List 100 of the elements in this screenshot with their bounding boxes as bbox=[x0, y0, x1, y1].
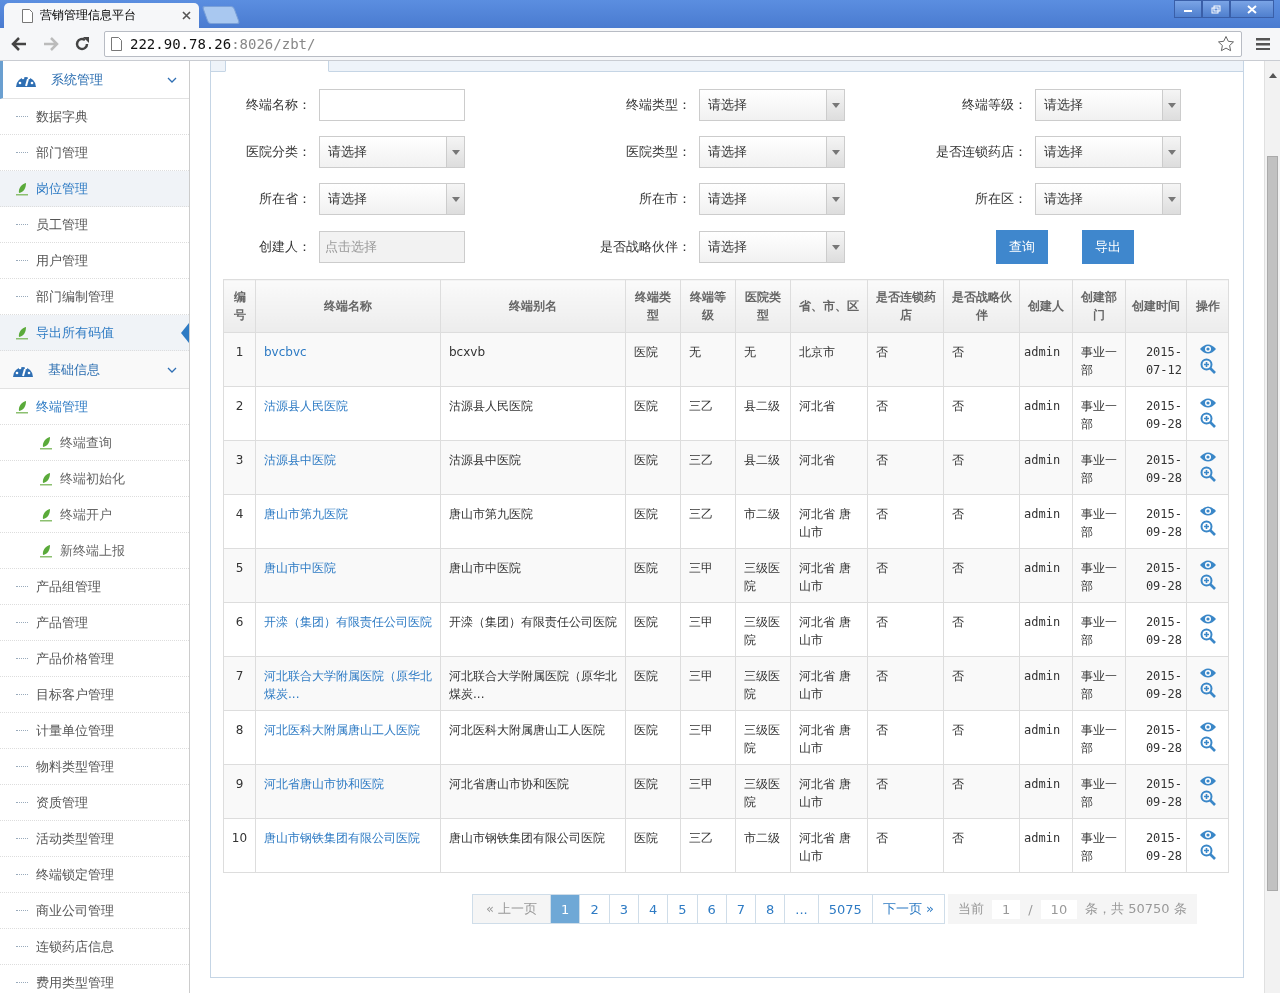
sidebar-item[interactable]: 费用类型管理 bbox=[0, 965, 189, 993]
view-icon[interactable] bbox=[1198, 343, 1217, 355]
view-icon[interactable] bbox=[1198, 397, 1217, 409]
select-field[interactable]: 请选择 bbox=[1035, 89, 1181, 121]
table-cell: 否 bbox=[876, 723, 888, 737]
view-icon[interactable] bbox=[1198, 667, 1217, 679]
action-button[interactable]: 查询 bbox=[996, 230, 1048, 264]
table-cell: admin bbox=[1024, 615, 1061, 629]
action-button[interactable]: 导出 bbox=[1082, 230, 1134, 264]
table-cell: 事业一部 bbox=[1081, 777, 1117, 809]
sidebar-group-header[interactable]: 基础信息 bbox=[0, 351, 189, 389]
page-link[interactable]: 8 bbox=[755, 894, 786, 924]
select-field[interactable]: 请选择 bbox=[319, 183, 465, 215]
sidebar-item[interactable]: 计量单位管理 bbox=[0, 713, 189, 749]
sidebar-item[interactable]: 岗位管理 bbox=[0, 171, 189, 207]
select-field[interactable]: 请选择 bbox=[699, 136, 845, 168]
table-cell: 河北省 bbox=[799, 453, 835, 467]
zoom-in-icon[interactable] bbox=[1199, 574, 1216, 590]
leaf-icon bbox=[16, 399, 28, 414]
sidebar-item[interactable]: 终端管理 bbox=[0, 389, 189, 425]
zoom-in-icon[interactable] bbox=[1199, 844, 1216, 860]
close-icon[interactable] bbox=[182, 11, 191, 20]
next-page-link[interactable]: 下一页 » bbox=[871, 894, 945, 924]
browser-tab[interactable]: 营销管理信息平台 bbox=[4, 3, 199, 28]
page-link[interactable]: ... bbox=[784, 894, 819, 924]
sidebar-item[interactable]: 产品管理 bbox=[0, 605, 189, 641]
field-label: 是否战略伙伴： bbox=[599, 238, 692, 256]
view-icon[interactable] bbox=[1198, 505, 1217, 517]
page-link[interactable]: 2 bbox=[579, 894, 610, 924]
sidebar-item[interactable]: 导出所有码值 bbox=[0, 315, 189, 351]
sidebar-item[interactable]: 活动类型管理 bbox=[0, 821, 189, 857]
sidebar-item[interactable]: 用户管理 bbox=[0, 243, 189, 279]
table-cell: 事业一部 bbox=[1081, 507, 1117, 539]
table-cell: 事业一部 bbox=[1081, 345, 1117, 377]
view-icon[interactable] bbox=[1198, 721, 1217, 733]
minimize-button[interactable] bbox=[1174, 0, 1202, 18]
sidebar-item[interactable]: 目标客户管理 bbox=[0, 677, 189, 713]
table-cell: 沽源县中医院 bbox=[449, 453, 521, 467]
field-label: 终端类型： bbox=[625, 96, 692, 114]
address-field[interactable]: 222.90.78.26:8026/zbt/ bbox=[104, 31, 1242, 57]
sidebar-item[interactable]: 产品组管理 bbox=[0, 569, 189, 605]
view-icon[interactable] bbox=[1198, 451, 1217, 463]
reload-icon[interactable] bbox=[74, 36, 90, 52]
table-cell: 否 bbox=[952, 561, 964, 575]
zoom-in-icon[interactable] bbox=[1199, 412, 1216, 428]
view-icon[interactable] bbox=[1198, 829, 1217, 841]
sidebar-item[interactable]: 数据字典 bbox=[0, 99, 189, 135]
field-label: 终端名称： bbox=[245, 96, 312, 114]
input-field[interactable] bbox=[319, 89, 465, 121]
menu-icon[interactable] bbox=[1256, 38, 1270, 50]
sidebar-item[interactable]: 资质管理 bbox=[0, 785, 189, 821]
back-icon[interactable] bbox=[10, 36, 28, 52]
zoom-in-icon[interactable] bbox=[1199, 520, 1216, 536]
zoom-in-icon[interactable] bbox=[1199, 466, 1216, 482]
sidebar-item[interactable]: 终端锁定管理 bbox=[0, 857, 189, 893]
zoom-in-icon[interactable] bbox=[1199, 790, 1216, 806]
zoom-in-icon[interactable] bbox=[1199, 358, 1216, 374]
zoom-in-icon[interactable] bbox=[1199, 682, 1216, 698]
table-cell: 三乙 bbox=[689, 453, 713, 467]
table-cell: 医院 bbox=[634, 615, 658, 629]
view-icon[interactable] bbox=[1198, 559, 1217, 571]
sidebar-subitem[interactable]: 终端初始化 bbox=[0, 461, 189, 497]
scroll-up-icon[interactable] bbox=[1268, 73, 1277, 78]
view-icon[interactable] bbox=[1198, 775, 1217, 787]
select-field[interactable]: 请选择 bbox=[319, 136, 465, 168]
sidebar-item[interactable]: 连锁药店信息 bbox=[0, 929, 189, 965]
select-field[interactable]: 请选择 bbox=[699, 231, 845, 263]
page-link[interactable]: 5075 bbox=[817, 894, 873, 924]
table-cell: 2 bbox=[235, 399, 244, 413]
table-cell: 医院 bbox=[634, 831, 658, 845]
sidebar-item[interactable]: 员工管理 bbox=[0, 207, 189, 243]
sidebar-subitem[interactable]: 新终端上报 bbox=[0, 533, 189, 569]
table-cell: 医院 bbox=[634, 669, 658, 683]
scrollbar[interactable] bbox=[1264, 61, 1280, 993]
sidebar-item[interactable]: 商业公司管理 bbox=[0, 893, 189, 929]
page-link[interactable]: 5 bbox=[667, 894, 698, 924]
sidebar-item[interactable]: 产品价格管理 bbox=[0, 641, 189, 677]
new-tab-button[interactable] bbox=[201, 6, 241, 24]
close-window-button[interactable] bbox=[1230, 0, 1274, 18]
view-icon[interactable] bbox=[1198, 613, 1217, 625]
sidebar-group-header[interactable]: 系统管理 bbox=[0, 61, 189, 99]
table-cell: 三乙 bbox=[689, 831, 713, 845]
zoom-in-icon[interactable] bbox=[1199, 736, 1216, 752]
star-icon[interactable] bbox=[1217, 35, 1235, 53]
table-cell: admin bbox=[1024, 453, 1061, 467]
select-field[interactable]: 请选择 bbox=[699, 183, 845, 215]
sidebar-item[interactable]: 物料类型管理 bbox=[0, 749, 189, 785]
select-field[interactable]: 请选择 bbox=[1035, 183, 1181, 215]
table-cell: 三级医院 bbox=[744, 777, 780, 809]
table-cell: 事业一部 bbox=[1081, 399, 1117, 431]
close-icon bbox=[1247, 4, 1257, 14]
sidebar-subitem[interactable]: 终端查询 bbox=[0, 425, 189, 461]
table-cell: 河北省 唐山市 bbox=[799, 831, 851, 863]
select-field[interactable]: 请选择 bbox=[1035, 136, 1181, 168]
sidebar-subitem[interactable]: 终端开户 bbox=[0, 497, 189, 533]
restore-button[interactable] bbox=[1202, 0, 1230, 18]
zoom-in-icon[interactable] bbox=[1199, 628, 1216, 644]
page-link[interactable]: 6 bbox=[696, 894, 727, 924]
select-field[interactable]: 请选择 bbox=[699, 89, 845, 121]
page-link[interactable]: 3 bbox=[608, 894, 639, 924]
